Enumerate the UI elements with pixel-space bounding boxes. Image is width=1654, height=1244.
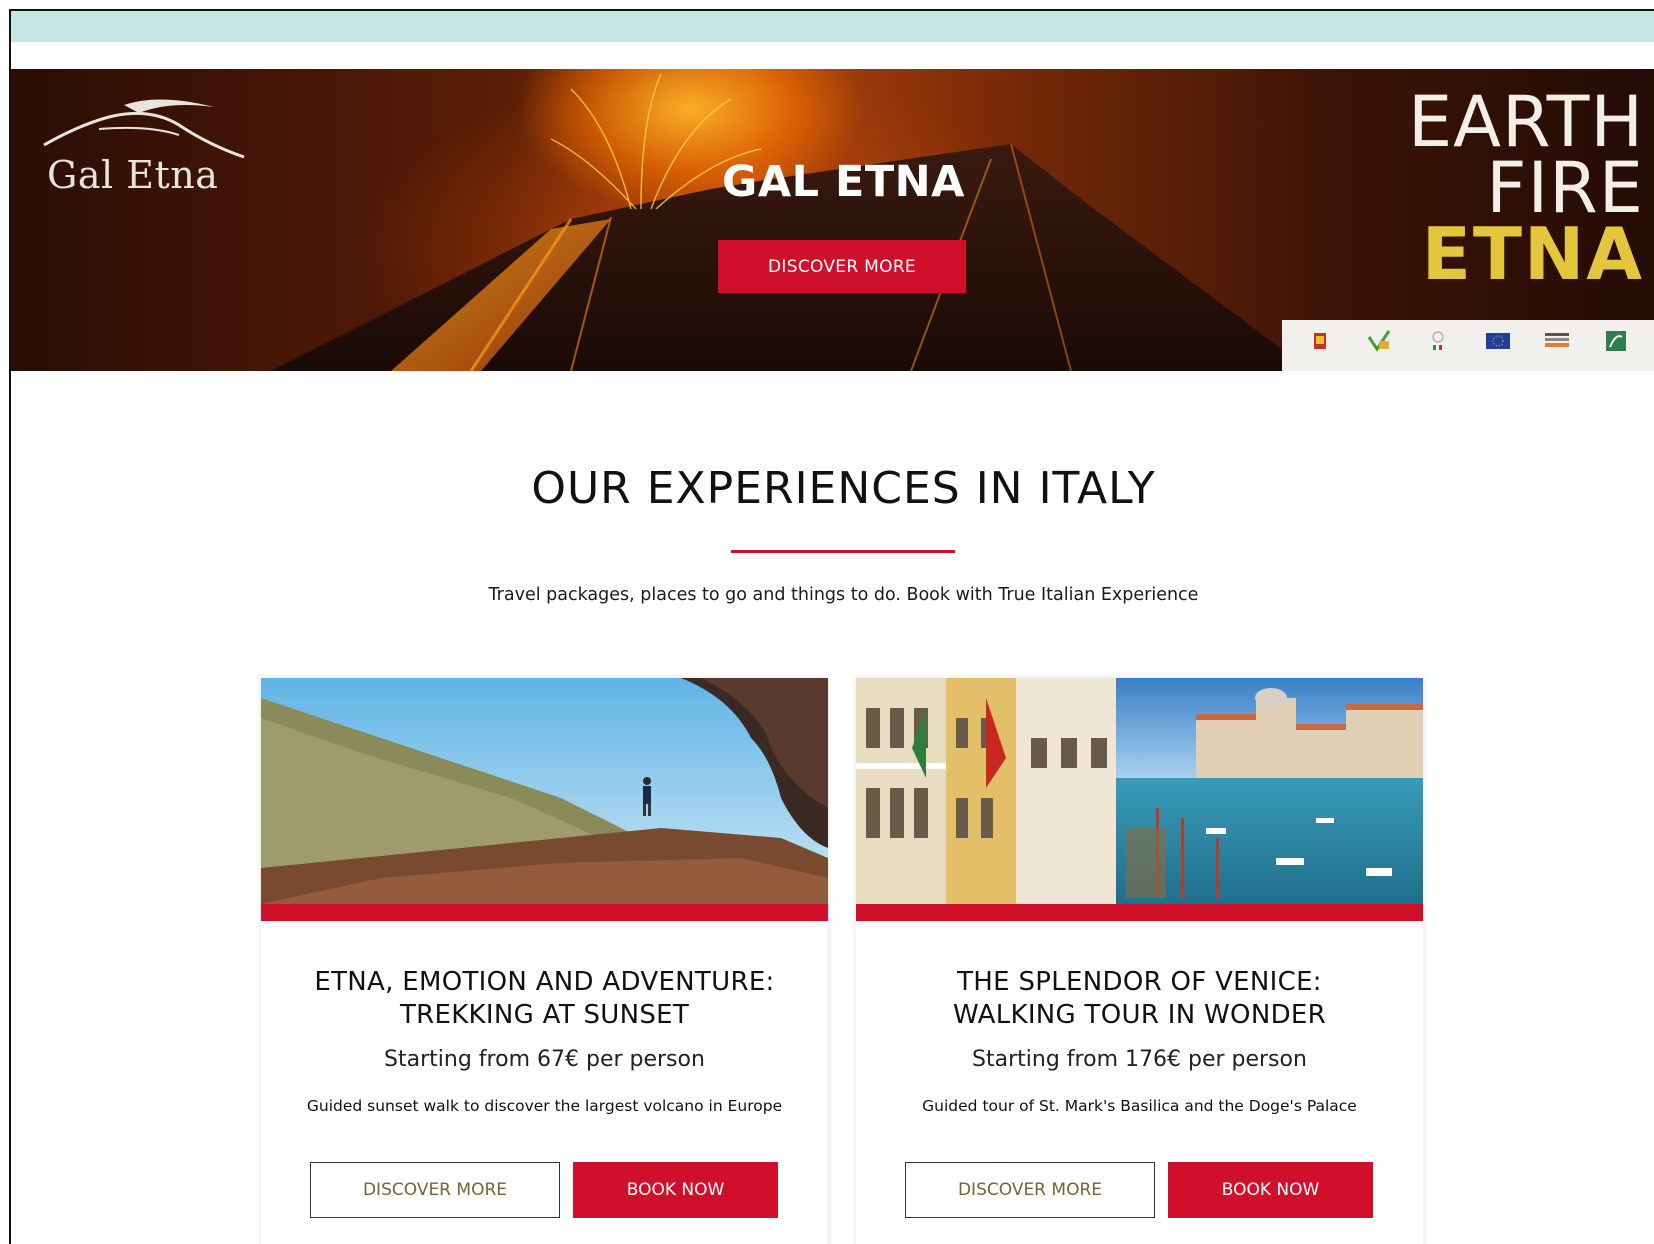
hero-discover-more-button[interactable]: DISCOVER MORE: [718, 240, 966, 293]
card-image-venice[interactable]: [856, 678, 1423, 904]
card-title-line1: ETNA, EMOTION AND ADVENTURE:: [314, 967, 775, 997]
tagline-earth: EARTH: [1407, 81, 1644, 163]
card-title-line2: WALKING TOUR IN WONDER: [953, 1000, 1326, 1030]
book-now-button[interactable]: BOOK NOW: [1168, 1162, 1373, 1218]
browser-viewport: Gal Etna GAL ETNA DISCOVER MORE EARTH FI…: [9, 9, 1654, 1244]
hero-tagline: EARTH FIRE ETNA: [1407, 81, 1644, 296]
card-accent-bar: [856, 904, 1423, 921]
card-title[interactable]: THE SPLENDOR OF VENICE: WALKING TOUR IN …: [876, 966, 1403, 1032]
card-description: Guided tour of St. Mark's Basilica and t…: [922, 1097, 1357, 1115]
card-price: Starting from 176€ per person: [972, 1047, 1307, 1072]
card-title[interactable]: ETNA, EMOTION AND ADVENTURE: TREKKING AT…: [281, 966, 808, 1032]
discover-more-button[interactable]: DISCOVER MORE: [905, 1162, 1155, 1218]
eu-flag-icon: [1485, 332, 1510, 349]
hero-banner: Gal Etna GAL ETNA DISCOVER MORE EARTH FI…: [11, 69, 1654, 371]
card-title-line2: TREKKING AT SUNSET: [399, 1000, 690, 1030]
section-subtitle: Travel packages, places to go and things…: [488, 585, 1199, 605]
section-title: OUR EXPERIENCES IN ITALY: [531, 463, 1156, 514]
region-crest-icon: [1313, 332, 1326, 349]
section-divider: [731, 550, 955, 553]
card-image-etna[interactable]: [261, 678, 828, 904]
republic-emblem-icon: [1432, 331, 1444, 350]
card-title-line1: THE SPLENDOR OF VENICE:: [957, 967, 1322, 997]
psr-logo-icon: [1367, 329, 1391, 352]
top-strip: [11, 11, 1654, 42]
funding-logos-strip: [1282, 320, 1654, 371]
rete-rurale-logo-icon: [1544, 332, 1569, 347]
leader-logo-icon: [1606, 330, 1627, 351]
discover-more-button[interactable]: DISCOVER MORE: [310, 1162, 560, 1218]
card-description: Guided sunset walk to discover the large…: [306, 1097, 783, 1115]
card-accent-bar: [261, 904, 828, 921]
experience-card-etna: ETNA, EMOTION AND ADVENTURE: TREKKING AT…: [261, 678, 828, 1244]
experience-card-venice: THE SPLENDOR OF VENICE: WALKING TOUR IN …: [856, 678, 1423, 1244]
tagline-etna: ETNA: [1421, 212, 1644, 296]
book-now-button[interactable]: BOOK NOW: [573, 1162, 778, 1218]
card-price: Starting from 67€ per person: [384, 1047, 705, 1072]
